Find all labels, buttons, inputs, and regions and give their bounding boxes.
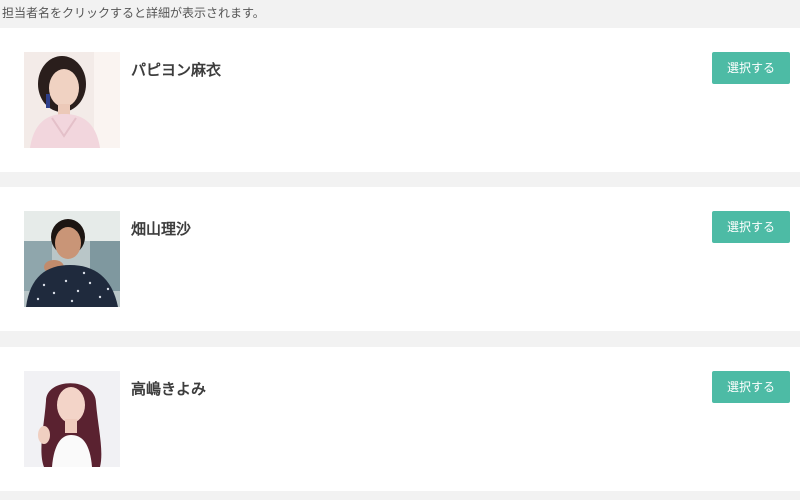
select-button[interactable]: 選択する — [712, 211, 790, 243]
select-button[interactable]: 選択する — [712, 371, 790, 403]
staff-name-link[interactable]: 畑山理沙 — [131, 218, 191, 239]
select-button[interactable]: 選択する — [712, 52, 790, 84]
staff-card: 畑山理沙 選択する — [0, 187, 800, 331]
staff-selection-page: 担当者名をクリックすると詳細が表示されます。 パピヨン麻衣 選択する 畑山理沙 … — [0, 0, 800, 500]
staff-card: 高嶋きよみ 選択する — [0, 347, 800, 491]
staff-photo — [24, 211, 120, 307]
staff-card: パピヨン麻衣 選択する — [0, 28, 800, 172]
staff-photo — [24, 52, 120, 148]
instruction-text: 担当者名をクリックすると詳細が表示されます。 — [2, 6, 265, 20]
staff-photo — [24, 371, 120, 467]
staff-name-link[interactable]: パピヨン麻衣 — [131, 59, 221, 80]
staff-name-link[interactable]: 高嶋きよみ — [131, 378, 206, 399]
